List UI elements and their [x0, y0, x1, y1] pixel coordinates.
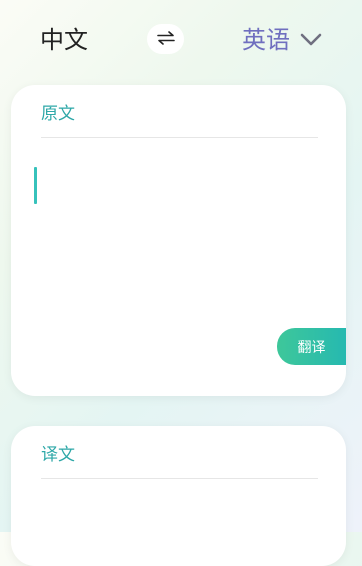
- source-card-divider: [41, 137, 318, 138]
- translation-result-card: 译文: [11, 426, 346, 566]
- source-card-title: 原文: [41, 104, 75, 124]
- target-language-label: 英语: [242, 26, 290, 54]
- result-card-divider: [41, 478, 318, 479]
- text-cursor: [34, 167, 37, 204]
- language-bar: 中文 英语: [0, 0, 362, 80]
- translate-button[interactable]: 翻译: [277, 328, 346, 365]
- result-card-title: 译文: [41, 445, 75, 465]
- source-text-input[interactable]: [41, 163, 318, 363]
- source-language-selector[interactable]: 中文: [40, 24, 88, 56]
- swap-languages-button[interactable]: [147, 24, 184, 54]
- source-text-card: 原文 翻译: [11, 85, 346, 396]
- target-language-selector[interactable]: 英语: [242, 24, 322, 56]
- swap-arrows-icon: [156, 30, 175, 49]
- chevron-down-icon: [300, 33, 322, 47]
